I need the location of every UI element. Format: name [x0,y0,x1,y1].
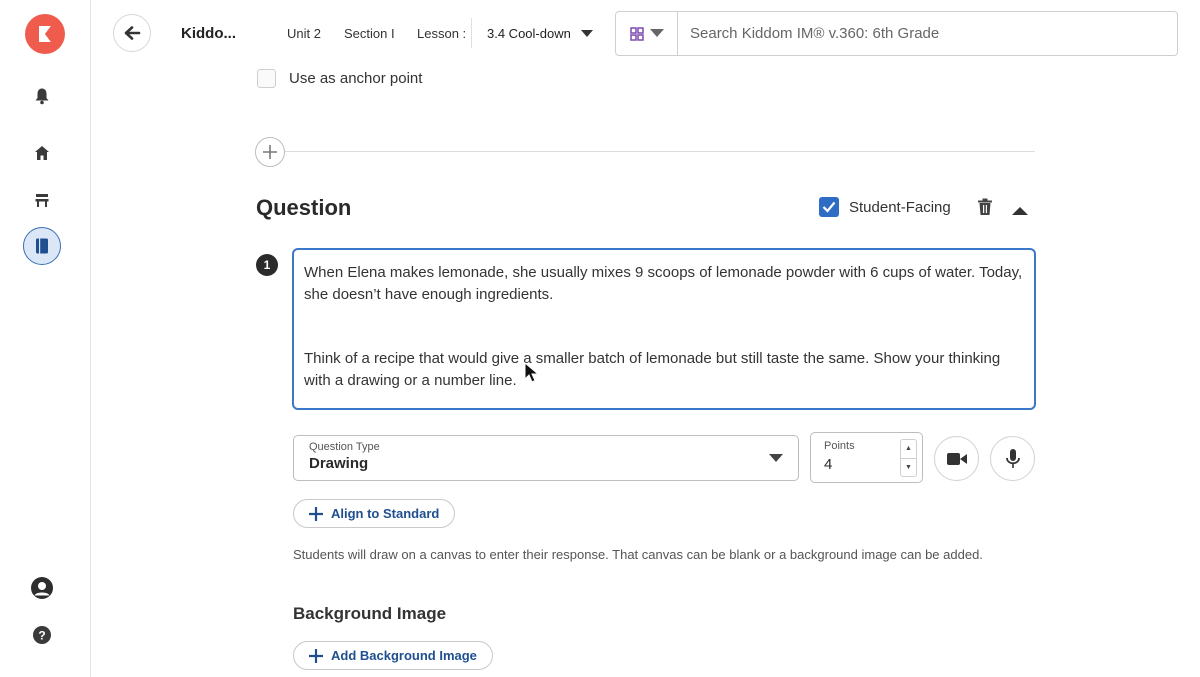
align-to-standard-label: Align to Standard [331,506,440,521]
anchor-label: Use as anchor point [289,70,423,87]
breadcrumb-section[interactable]: Section I [344,26,400,41]
anchor-point-option[interactable]: Use as anchor point [257,69,422,88]
points-value[interactable]: 4 [824,456,909,473]
plus-icon [309,506,323,521]
home-icon[interactable] [22,133,62,173]
question-type-label: Question Type [309,441,380,453]
question-type-value: Drawing [309,455,369,472]
arrow-left-icon [124,26,141,40]
activity-dropdown[interactable]: 3.4 Cool-down [487,26,593,41]
search-input[interactable] [678,25,1177,42]
question-number-badge: 1 [256,254,278,276]
caret-down-icon [769,454,783,462]
bell-icon[interactable] [22,76,62,116]
caret-down-icon [649,29,664,37]
caret-down-icon [580,29,593,37]
question-heading: Question [256,195,352,220]
breadcrumb-divider [471,18,472,48]
help-icon[interactable]: ? [22,615,62,655]
student-facing-option[interactable]: Student-Facing [819,197,951,217]
divider [285,151,1035,152]
points-field[interactable]: Points 4 ▲ ▼ [810,432,923,483]
background-image-heading: Background Image [293,604,447,623]
microphone-icon [1005,448,1020,468]
anchor-checkbox[interactable] [257,69,276,88]
check-icon [822,201,836,213]
back-button[interactable] [113,14,151,52]
student-facing-checkbox[interactable] [819,197,839,217]
plus-icon [309,648,323,663]
kiddom-logo-icon[interactable] [25,14,65,54]
search-filter-button[interactable] [616,12,678,55]
grid-filter-icon [629,26,644,41]
student-facing-label: Student-Facing [849,198,951,216]
microphone-button[interactable] [990,436,1035,481]
points-stepper[interactable]: ▲ ▼ [900,439,917,477]
classroom-desk-icon[interactable] [22,180,62,220]
add-block-button[interactable] [255,137,285,167]
svg-text:?: ? [38,629,45,643]
points-label: Points [824,440,855,452]
book-icon[interactable] [23,227,61,265]
trash-icon[interactable] [977,198,993,221]
breadcrumb-lesson[interactable]: Lesson : [417,26,466,41]
question-text-editor[interactable]: When Elena makes lemonade, she usually m… [292,248,1036,410]
stepper-up-icon[interactable]: ▲ [901,440,916,458]
stepper-down-icon[interactable]: ▼ [901,457,916,477]
sidebar: ? [0,0,91,677]
activity-label: 3.4 Cool-down [487,26,571,41]
video-button[interactable] [934,436,979,481]
mouse-pointer-icon [524,361,540,389]
search-bar [615,11,1178,56]
profile-icon[interactable] [22,568,62,608]
helper-text: Students will draw on a canvas to enter … [293,547,983,562]
question-paragraph-1: When Elena makes lemonade, she usually m… [304,264,1023,303]
question-paragraph-2: Think of a recipe that would give a smal… [304,350,1001,389]
video-camera-icon [946,452,967,465]
add-background-image-button[interactable]: Add Background Image [293,641,493,670]
plus-icon [263,145,277,159]
collapse-caret-icon[interactable] [1012,203,1028,221]
course-title[interactable]: Kiddo... [181,25,236,42]
align-to-standard-button[interactable]: Align to Standard [293,499,456,528]
breadcrumb-unit[interactable]: Unit 2 [287,26,321,41]
question-type-select[interactable]: Question Type Drawing [293,435,799,481]
add-background-image-label: Add Background Image [331,648,477,663]
